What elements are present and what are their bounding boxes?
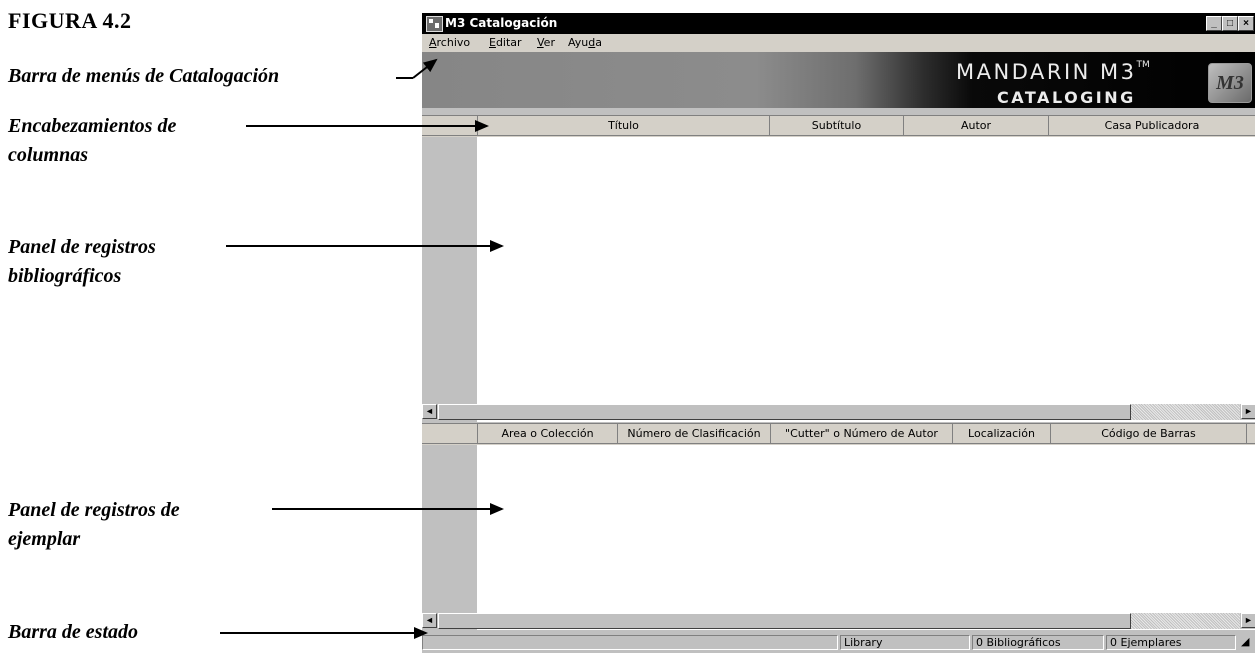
bib-header-casa-publicadora[interactable]: Casa Publicadora [1049,116,1255,136]
bib-header-autor[interactable]: Autor [904,116,1049,136]
trademark-mark: TM [1136,60,1150,70]
copy-header-corner [422,424,478,444]
copy-header-cutter[interactable]: "Cutter" o Número de Autor [771,424,953,444]
figure-title: FIGURA 4.2 [8,8,132,33]
copy-header-codigo-barras[interactable]: Código de Barras [1051,424,1247,444]
copy-records-panel[interactable]: Area o Colección Número de Clasificación… [422,423,1255,630]
bib-scroll-left-button[interactable]: ◄ [422,404,437,419]
banner-title-text: MANDARIN M3 [956,60,1137,84]
menu-bar: Archivo Editar Ver Ayuda [422,34,1255,52]
status-biblio-count: 0 Bibliográficos [972,635,1104,650]
menu-ayuda-suffix: a [595,36,602,49]
copy-row-selector-column [422,424,477,630]
callout-copy-panel-line2: ejemplar [8,528,81,550]
minimize-button[interactable]: _ [1206,16,1222,31]
window-title: M3 Catalogación [445,16,558,30]
status-bar: Library 0 Bibliográficos 0 Ejemplares ◢ [422,632,1255,653]
menu-ayuda-prefix: Ayu [568,36,589,49]
menu-editar[interactable]: Editar [489,36,522,49]
status-copies-count: 0 Ejemplares [1106,635,1236,650]
menu-ver[interactable]: Ver [537,36,555,49]
bib-header-corner [422,116,478,136]
status-library: Library [840,635,970,650]
bib-horizontal-scrollbar[interactable]: ◄ ► [422,404,1255,420]
callout-copy-panel: Panel de registros de ejemplar [8,496,180,554]
copy-header-area[interactable]: Area o Colección [478,424,618,444]
callout-biblio-panel-line1: Panel de registros [8,236,156,258]
title-bar[interactable]: M3 Catalogación _ □ × [422,13,1255,34]
copy-scroll-thumb[interactable] [438,613,1131,629]
bib-column-headers: Título Subtítulo Autor Casa Publicadora [422,116,1255,137]
maximize-button[interactable]: □ [1222,16,1238,31]
catalog-window: M3 Catalogación _ □ × Archivo Editar Ver… [421,13,1255,653]
bib-scroll-right-button[interactable]: ► [1241,404,1255,419]
brand-banner: MANDARIN M3TM CATALOGING M3 [422,52,1255,108]
menu-ver-rest: er [543,36,555,49]
bib-header-subtitulo[interactable]: Subtítulo [770,116,904,136]
callout-column-headers: Encabezamientos de columnas [8,112,176,170]
copy-header-extra [1247,424,1255,444]
callout-biblio-panel-line2: bibliográficos [8,265,122,287]
callout-column-headers-line1: Encabezamientos de [8,115,177,137]
m3-logo-icon: M3 [1208,63,1252,103]
menu-archivo-rest: rchivo [436,36,471,49]
copy-scroll-left-button[interactable]: ◄ [422,613,437,628]
banner-title: MANDARIN M3TM [956,60,1150,84]
banner-subtitle: CATALOGING [997,88,1136,107]
resize-grip-icon[interactable]: ◢ [1238,635,1255,650]
status-message [422,635,838,650]
callout-biblio-panel: Panel de registros bibliográficos [8,233,156,291]
menu-ayuda[interactable]: Ayuda [568,36,602,49]
menu-editar-rest: ditar [495,36,522,49]
copy-column-headers: Area o Colección Número de Clasificación… [422,424,1255,445]
bibliographic-records-panel[interactable]: Título Subtítulo Autor Casa Publicadora … [422,115,1255,422]
bib-scroll-thumb[interactable] [438,404,1131,420]
callout-statusbar: Barra de estado [8,621,138,643]
close-button[interactable]: × [1238,16,1254,31]
callout-copy-panel-line1: Panel de registros de [8,499,180,521]
copy-horizontal-scrollbar[interactable]: ◄ ► [422,613,1255,629]
copy-scroll-right-button[interactable]: ► [1241,613,1255,628]
callout-menubar: Barra de menús de Catalogación [8,65,280,87]
bib-header-titulo[interactable]: Título [478,116,770,136]
callout-column-headers-line2: columnas [8,144,89,166]
app-icon[interactable] [426,16,443,32]
menu-archivo[interactable]: Archivo [429,36,470,49]
row-selector-column [422,116,477,422]
copy-header-clasificacion[interactable]: Número de Clasificación [618,424,771,444]
copy-header-localizacion[interactable]: Localización [953,424,1051,444]
